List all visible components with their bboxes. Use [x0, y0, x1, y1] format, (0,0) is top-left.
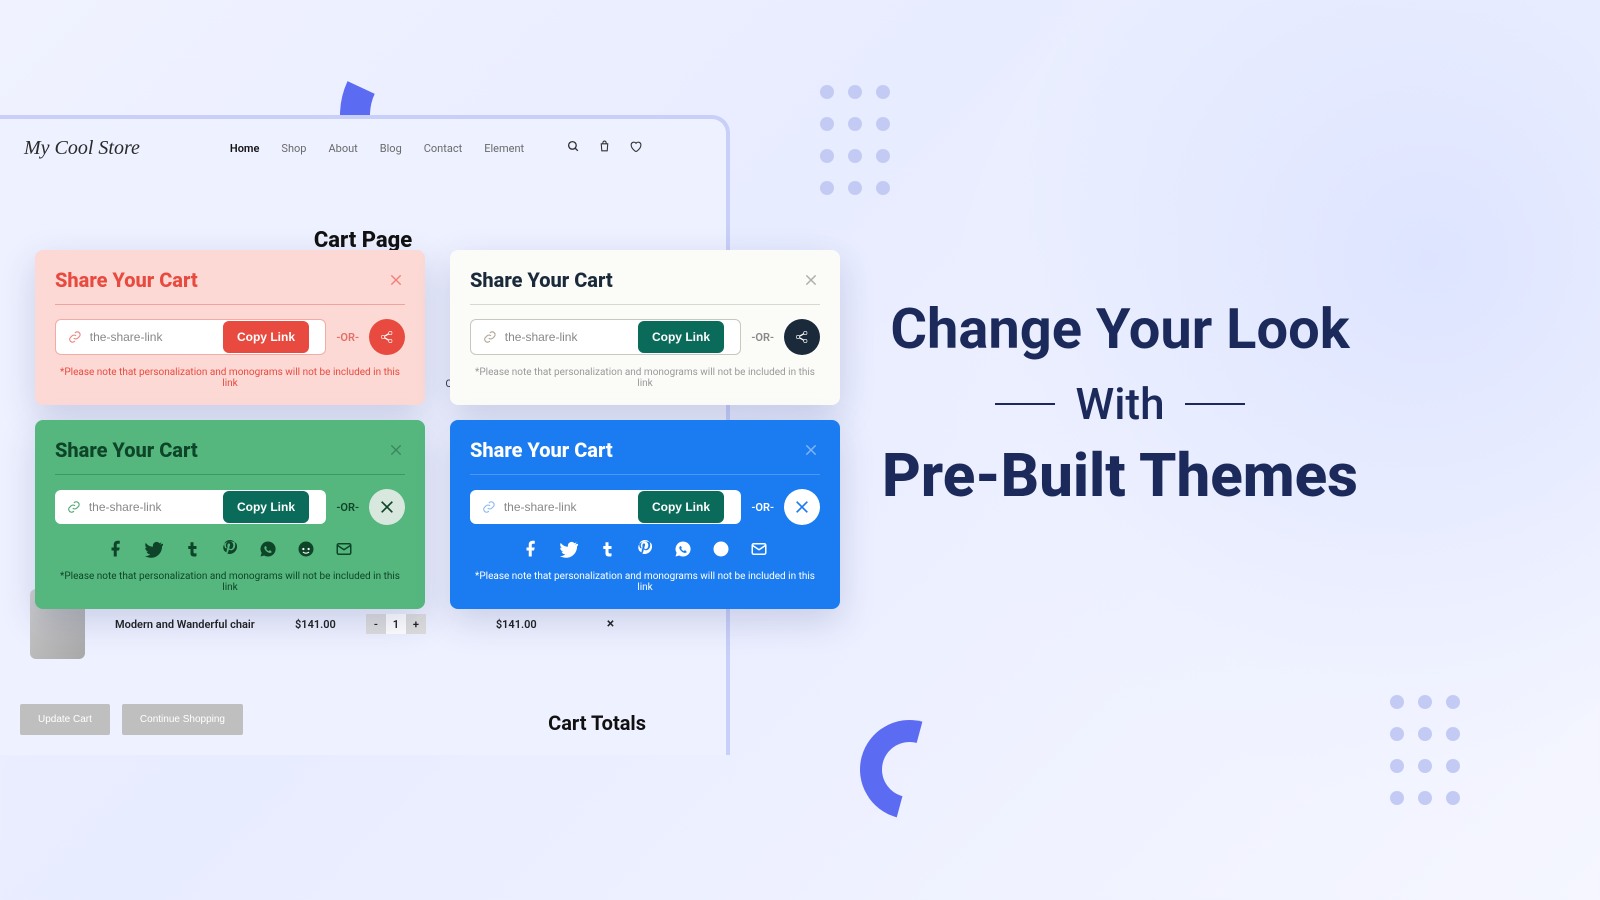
share-card-blue: Share Your Cart Copy Link -OR- *Please n…: [450, 420, 840, 609]
share-title: Share Your Cart: [470, 268, 613, 292]
reddit-icon[interactable]: [296, 539, 316, 559]
share-button[interactable]: [369, 489, 405, 525]
share-button[interactable]: [369, 319, 405, 355]
or-separator: -OR-: [751, 501, 774, 514]
social-row: [470, 539, 820, 559]
decorative-dots-bottom: [1390, 695, 1460, 805]
share-card-white: Share Your Cart Copy Link -OR- *Please n…: [450, 250, 840, 405]
search-icon[interactable]: [567, 140, 580, 157]
headline: Change Your Look With Pre-Built Themes: [840, 290, 1400, 511]
share-title: Share Your Cart: [55, 438, 198, 462]
tumblr-icon[interactable]: [597, 539, 617, 559]
twitter-icon[interactable]: [559, 539, 579, 559]
share-title: Share Your Cart: [470, 438, 613, 462]
whatsapp-icon[interactable]: [258, 539, 278, 559]
continue-shopping-button[interactable]: Continue Shopping: [122, 704, 243, 735]
decorative-swoosh-bottom: [860, 720, 940, 800]
link-field[interactable]: [90, 330, 226, 344]
close-icon[interactable]: [387, 271, 405, 289]
twitter-icon[interactable]: [144, 539, 164, 559]
reddit-icon[interactable]: [711, 539, 731, 559]
store-logo: My Cool Store: [24, 137, 140, 160]
mock-header: My Cool Store Home Shop About Blog Conta…: [0, 119, 726, 178]
update-cart-button[interactable]: Update Cart: [20, 704, 110, 735]
link-field[interactable]: [89, 500, 227, 514]
link-field[interactable]: [505, 330, 641, 344]
copy-link-button[interactable]: Copy Link: [223, 491, 309, 523]
nav-blog[interactable]: Blog: [380, 142, 402, 155]
remove-item[interactable]: ×: [607, 616, 614, 632]
nav-contact[interactable]: Contact: [424, 142, 462, 155]
share-note: *Please note that personalization and mo…: [55, 367, 405, 389]
link-icon: [482, 499, 496, 515]
email-icon[interactable]: [334, 539, 354, 559]
decorative-dots-top: [820, 85, 890, 195]
nav-home[interactable]: Home: [230, 142, 260, 155]
divider: [55, 304, 405, 305]
email-icon[interactable]: [749, 539, 769, 559]
close-icon[interactable]: [387, 441, 405, 459]
header-icons: [567, 140, 642, 157]
product-name: Modern and Wanderful chair: [115, 618, 265, 631]
share-card-green: Share Your Cart Copy Link -OR- *Please n…: [35, 420, 425, 609]
copy-link-button[interactable]: Copy Link: [638, 491, 724, 523]
headline-line3: Pre-Built Themes: [840, 440, 1400, 511]
headline-line1: Change Your Look: [840, 290, 1400, 368]
pinterest-icon[interactable]: [220, 539, 240, 559]
link-icon: [483, 329, 497, 345]
close-icon[interactable]: [802, 441, 820, 459]
cart-actions: Update Cart Continue Shopping: [20, 704, 243, 735]
qty-value: 1: [386, 614, 406, 634]
qty-minus[interactable]: -: [366, 614, 386, 634]
copy-link-button[interactable]: Copy Link: [638, 321, 724, 353]
or-separator: -OR-: [336, 501, 359, 514]
nav-element[interactable]: Element: [484, 142, 524, 155]
copy-link-button[interactable]: Copy Link: [223, 321, 309, 353]
nav-about[interactable]: About: [328, 142, 357, 155]
link-field[interactable]: [504, 500, 642, 514]
share-note: *Please note that personalization and mo…: [470, 367, 820, 389]
share-note: *Please note that personalization and mo…: [470, 571, 820, 593]
bag-icon[interactable]: [598, 140, 611, 157]
divider: [55, 474, 405, 475]
pinterest-icon[interactable]: [635, 539, 655, 559]
share-title: Share Your Cart: [55, 268, 198, 292]
share-card-pink: Share Your Cart Copy Link -OR- *Please n…: [35, 250, 425, 405]
mock-nav: Home Shop About Blog Contact Element: [230, 142, 524, 155]
nav-shop[interactable]: Shop: [281, 142, 306, 155]
qty-plus[interactable]: +: [406, 614, 426, 634]
facebook-icon[interactable]: [521, 539, 541, 559]
heart-icon[interactable]: [629, 140, 642, 157]
or-separator: -OR-: [751, 331, 774, 344]
cart-totals-heading: Cart Totals: [548, 711, 646, 735]
social-row: [55, 539, 405, 559]
divider: [470, 474, 820, 475]
or-separator: -OR-: [336, 331, 359, 344]
close-icon[interactable]: [802, 271, 820, 289]
link-icon: [68, 329, 82, 345]
facebook-icon[interactable]: [106, 539, 126, 559]
share-note: *Please note that personalization and mo…: [55, 571, 405, 593]
tumblr-icon[interactable]: [182, 539, 202, 559]
product-price: $141.00: [295, 618, 336, 631]
quantity-stepper[interactable]: - 1 +: [366, 614, 426, 634]
link-icon: [67, 499, 81, 515]
product-total: $141.00: [496, 618, 537, 631]
share-button[interactable]: [784, 489, 820, 525]
share-button[interactable]: [784, 319, 820, 355]
whatsapp-icon[interactable]: [673, 539, 693, 559]
headline-line2: With: [840, 378, 1400, 430]
divider: [470, 304, 820, 305]
